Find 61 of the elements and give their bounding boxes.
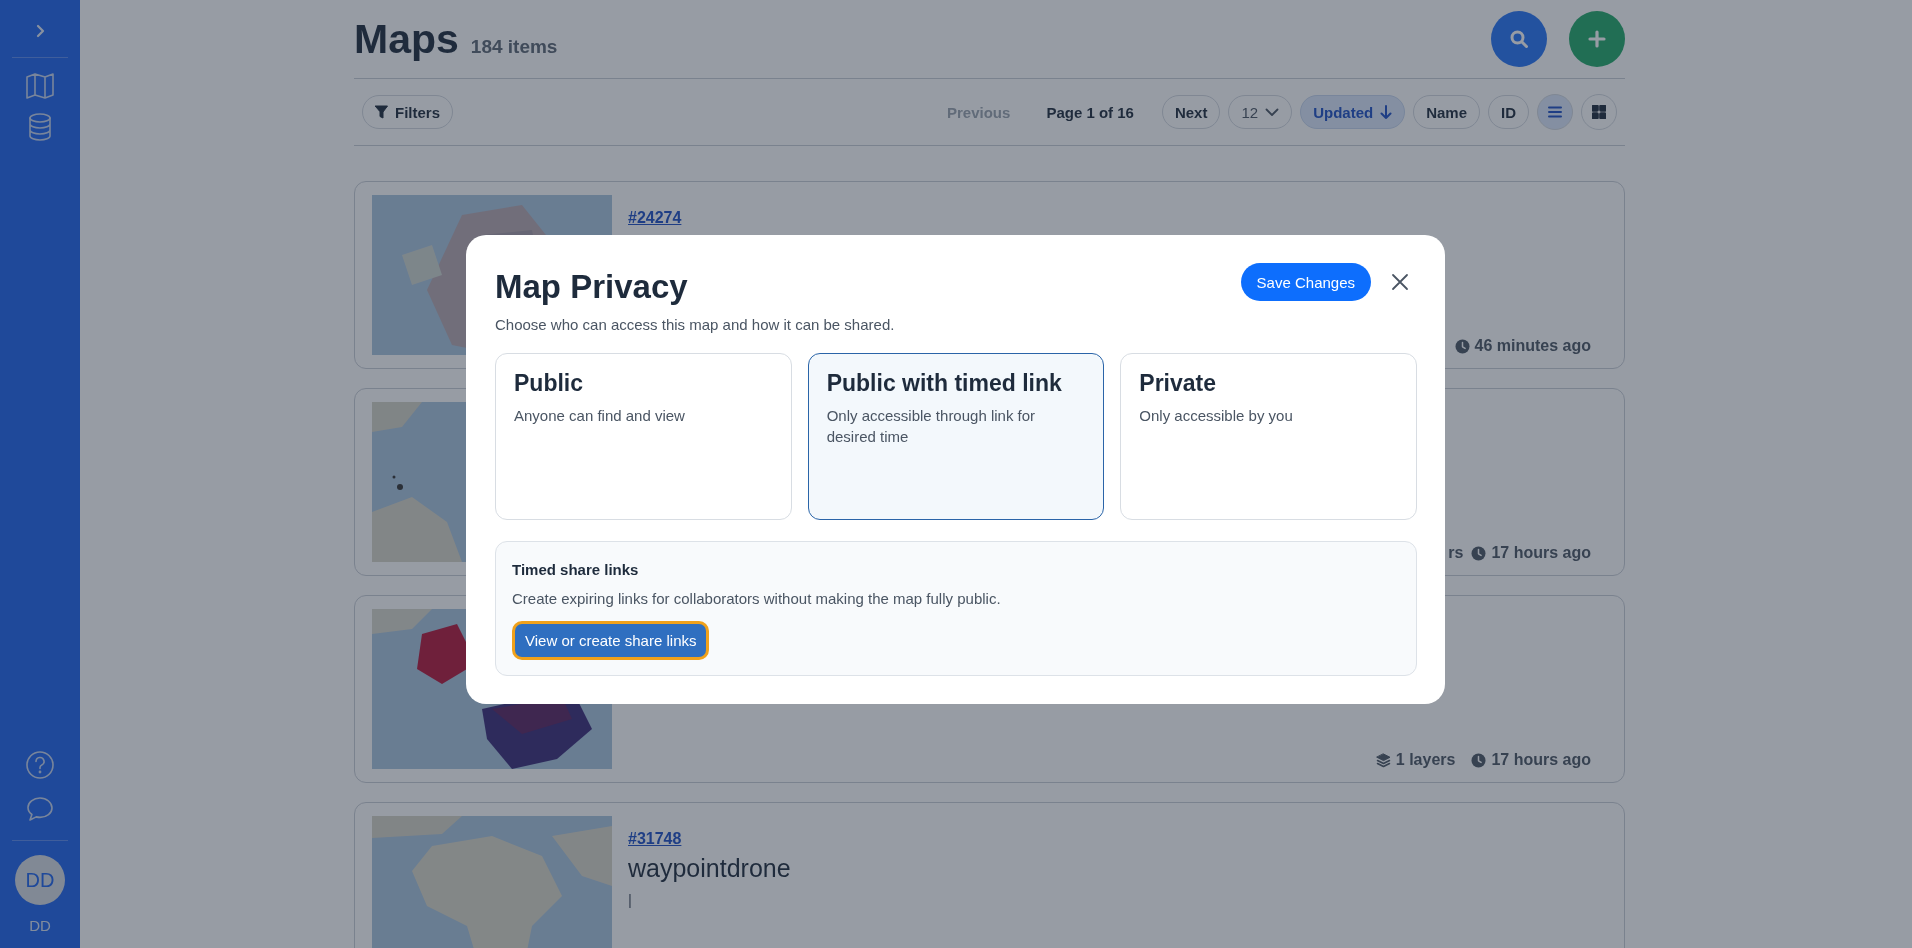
chevron-down-icon — [1265, 107, 1280, 117]
search-button[interactable] — [1491, 11, 1547, 67]
map-card[interactable]: #31748 waypointdrone | — [354, 802, 1625, 948]
option-description: Anyone can find and view — [514, 406, 686, 426]
sort-button[interactable]: Name — [1413, 95, 1480, 129]
option-title: Public — [514, 370, 584, 397]
grid-view-button[interactable] — [1581, 94, 1617, 130]
panel-text: Create expiring links for collaborators without making the map fully public. — [512, 590, 1002, 607]
layer-count: rs — [1448, 544, 1464, 562]
privacy-option[interactable]: Private Only accessible by you — [1120, 353, 1417, 520]
page-indicator: Page 1 of 16 — [1045, 103, 1135, 121]
sort-button[interactable]: Updated — [1300, 95, 1406, 129]
page-size-select[interactable]: 12 — [1228, 95, 1293, 129]
clock-icon — [1471, 545, 1487, 561]
option-title: Public with timed link — [826, 370, 1063, 397]
close-button[interactable] — [1389, 271, 1411, 293]
share-links-button[interactable]: View or create share links — [512, 621, 710, 660]
database-icon — [28, 113, 52, 141]
datasets-nav-button[interactable] — [26, 111, 54, 143]
option-description: Only accessible through link for desired time — [826, 406, 1037, 447]
help-icon — [25, 750, 55, 780]
dialog-title: Map Privacy — [495, 268, 689, 306]
map-name: waypointdrone — [628, 854, 792, 883]
page-title: Maps — [354, 15, 459, 63]
updated-time: 17 hours ago — [1491, 544, 1591, 562]
option-title: Private — [1139, 370, 1218, 397]
next-button[interactable]: Next — [1161, 95, 1221, 129]
arrow-down-icon — [1380, 105, 1393, 119]
close-icon — [1391, 273, 1409, 291]
option-description: Only accessible by you — [1139, 406, 1294, 426]
map-icon — [25, 73, 55, 99]
updated-time: 17 hours ago — [1491, 751, 1591, 769]
user-name: DD — [29, 917, 51, 934]
list-view-button[interactable] — [1537, 94, 1573, 130]
privacy-option[interactable]: Public with timed link Only accessible through link for desired time — [807, 353, 1105, 520]
updated-time: 46 minutes ago — [1474, 337, 1591, 355]
save-button[interactable]: Save Changes — [1240, 263, 1371, 301]
list-icon — [1548, 106, 1562, 118]
plus-icon — [1587, 29, 1607, 49]
chat-button[interactable] — [24, 794, 56, 824]
maps-nav-button[interactable] — [23, 71, 57, 101]
sort-button[interactable]: ID — [1488, 95, 1529, 129]
add-button[interactable] — [1569, 11, 1625, 67]
item-count: 184 items — [470, 35, 558, 58]
dialog-subtitle: Choose who can access this map and how it can be shared. — [495, 316, 895, 333]
map-id-link[interactable]: #31748 — [628, 830, 682, 848]
map-id-link[interactable]: #24274 — [628, 209, 682, 227]
search-icon — [1509, 29, 1529, 49]
layers-icon — [1375, 752, 1391, 768]
grid-icon — [1592, 105, 1606, 119]
clock-icon — [1471, 752, 1487, 768]
help-button[interactable] — [23, 748, 57, 782]
filter-icon — [375, 105, 388, 119]
panel-title: Timed share links — [512, 561, 640, 578]
map-description: | — [628, 891, 633, 908]
layer-count: 1 layers — [1395, 751, 1456, 769]
chevron-right-icon — [35, 24, 45, 38]
clock-icon — [1454, 338, 1470, 354]
chat-icon — [26, 796, 54, 822]
privacy-option[interactable]: Public Anyone can find and view — [495, 353, 792, 520]
filters-button[interactable]: Filters — [362, 95, 453, 129]
